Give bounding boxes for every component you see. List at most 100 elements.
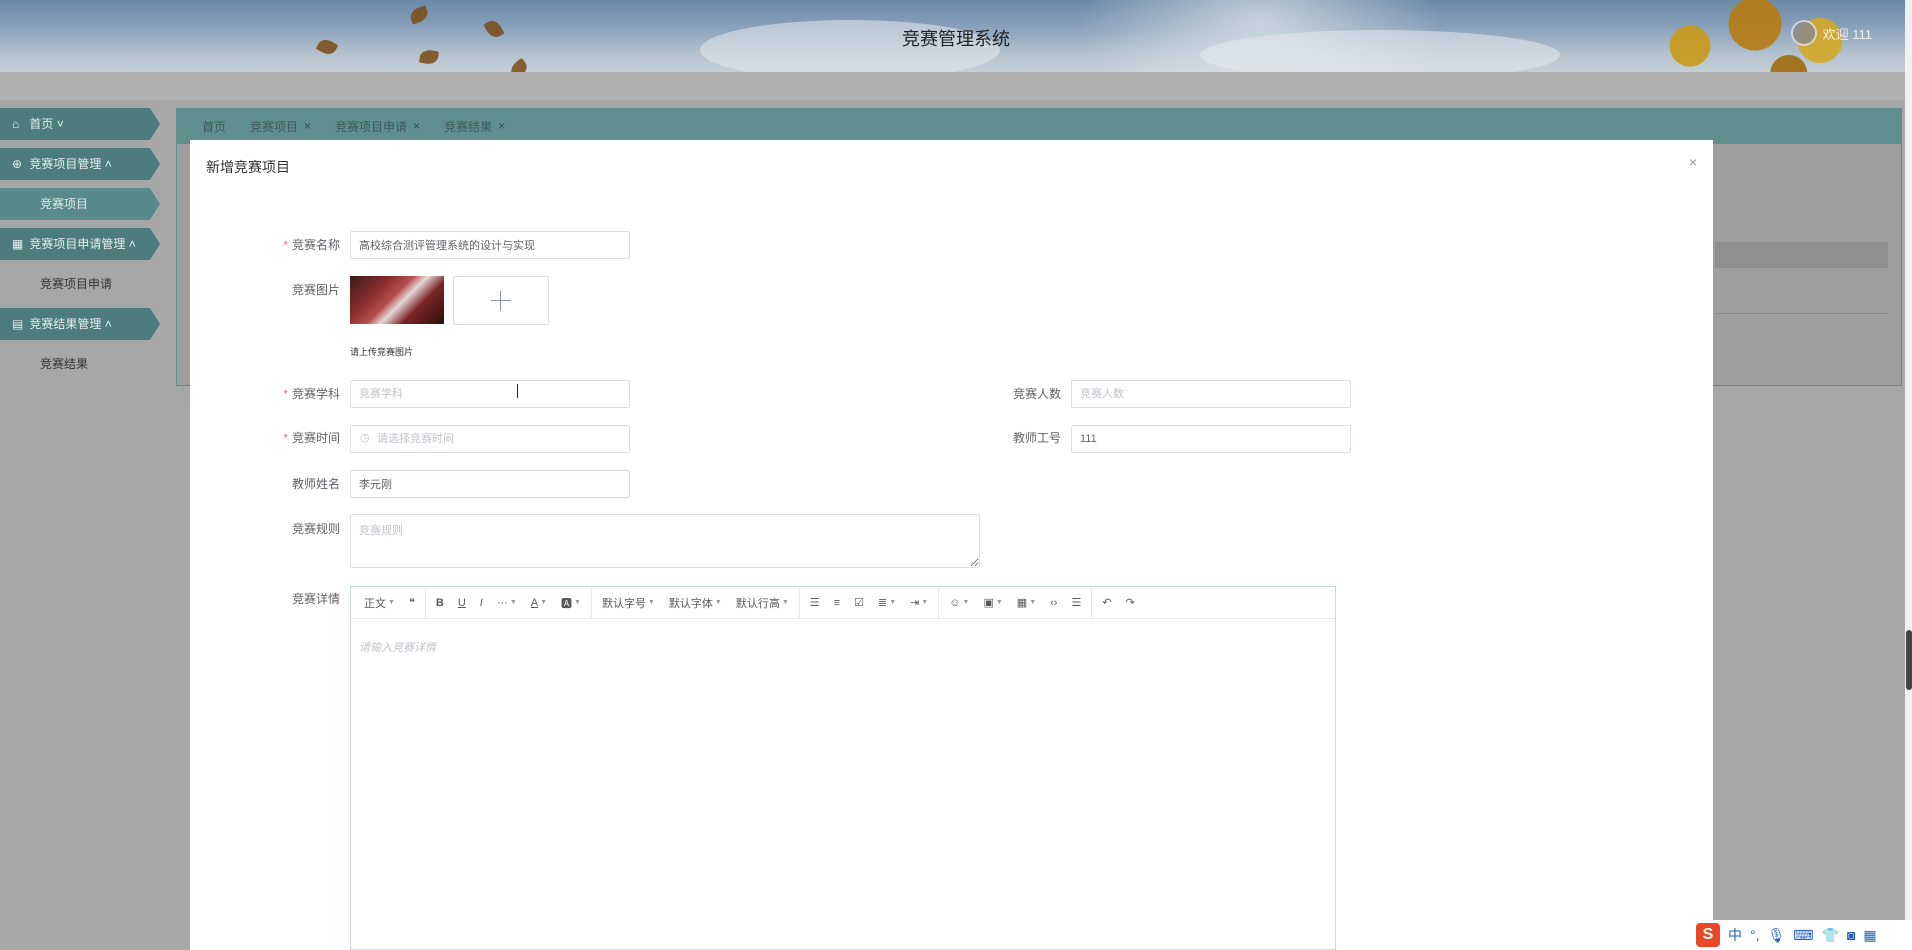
line-height-dropdown[interactable]: 默认行高 ▼ [729, 595, 796, 611]
toolbar-label: 正文 [364, 597, 386, 610]
tab-label: 首页 [202, 119, 227, 134]
chevron-up-icon: ˄ [104, 157, 112, 171]
tab-result[interactable]: 竞赛结果 × [444, 118, 505, 135]
paragraph-style-dropdown[interactable]: 正文 ▼ [357, 595, 402, 611]
rules-textarea[interactable] [350, 514, 980, 568]
app-header: 竞赛管理系统 欢迎 111 [0, 0, 1912, 72]
todo-button[interactable]: ☑ [847, 596, 871, 609]
insert-image-button[interactable]: ▣ ▼ [976, 596, 1009, 609]
details-label: 竞赛详情 [291, 592, 340, 606]
divider-button[interactable]: ☰ [1064, 596, 1088, 609]
sidebar-item-home[interactable]: ⌂ 首页 ˅ [0, 108, 160, 140]
tab-competition-project[interactable]: 竞赛项目 × [250, 118, 311, 135]
app-title: 竞赛管理系统 [902, 29, 1010, 49]
toolbar-divider [424, 587, 426, 618]
sogou-logo-icon[interactable]: S [1696, 923, 1720, 947]
align-button[interactable]: ≣ ▼ [871, 596, 903, 609]
code-button[interactable]: ‹› [1043, 597, 1064, 609]
redo-button[interactable]: ↷ [1119, 596, 1142, 609]
microphone-icon[interactable]: 🎙 [1768, 927, 1786, 944]
apps-icon[interactable]: ▦ [1863, 927, 1876, 944]
upload-hint: 请上传竞赛图片 [350, 347, 414, 357]
tab-application[interactable]: 竞赛项目申请 × [335, 118, 420, 135]
home-icon: ⌂ [12, 117, 20, 131]
insert-table-button[interactable]: ▦ ▼ [1010, 596, 1043, 609]
sidebar-item-label: 首页 [29, 117, 54, 131]
add-competition-dialog: 新增竞赛项目 × *竞赛名称 竞赛图片 请上传竞赛图片 *竞赛学科 竞赛人数 *… [190, 140, 1713, 950]
italic-icon: I [479, 596, 483, 609]
ime-mode-toggle[interactable]: 中 [1728, 925, 1742, 945]
teacher-id-input[interactable] [1071, 425, 1351, 453]
chevron-up-icon: ˄ [128, 237, 136, 251]
scrollbar-thumb[interactable] [1906, 630, 1912, 690]
teacher-name-label: 教师姓名 [291, 477, 340, 491]
table-icon: ▦ [1016, 597, 1028, 609]
quote-button[interactable]: ❝ [402, 596, 422, 609]
sidebar-item-competition-project[interactable]: 竞赛项目 [0, 188, 160, 220]
upload-image-button[interactable] [453, 276, 549, 325]
close-icon[interactable]: × [413, 119, 420, 133]
leaf-decoration [507, 57, 531, 72]
sidebar-item-application[interactable]: 竞赛项目申请 [0, 268, 160, 300]
caret-icon: ▼ [995, 599, 1003, 606]
close-icon[interactable]: × [304, 119, 311, 133]
teacher-name-input[interactable] [350, 470, 630, 498]
undo-button[interactable]: ↶ [1095, 596, 1118, 609]
font-size-dropdown[interactable]: 默认字号 ▼ [595, 595, 662, 611]
label-text: 竞赛名称 [291, 238, 340, 252]
competition-time-picker[interactable] [350, 425, 630, 453]
bullet-list-button[interactable]: ☰ [803, 596, 827, 609]
competition-name-input[interactable] [350, 231, 630, 259]
caret-icon: ▼ [1029, 599, 1037, 606]
skin-icon[interactable]: 👕 [1822, 927, 1839, 944]
bold-button[interactable]: B [429, 597, 451, 609]
label-text: 竞赛学科 [291, 387, 340, 401]
keyboard-icon[interactable]: ⌨ [1793, 927, 1813, 944]
italic-button[interactable]: I [473, 597, 490, 609]
sidebar-item-application-management[interactable]: ▦ 竞赛项目申请管理 ˄ [0, 228, 160, 260]
sidebar-item-label: 竞赛结果 [40, 357, 89, 371]
required-mark: * [283, 387, 288, 401]
text-cursor-icon [517, 384, 523, 398]
close-icon[interactable]: × [1689, 154, 1697, 170]
toolbar-label: 默认字号 [601, 597, 646, 610]
uploaded-image-thumbnail[interactable] [350, 276, 444, 324]
sidebar-item-competition-management[interactable]: ⊕ 竞赛项目管理 ˄ [0, 148, 160, 180]
punctuation-icon[interactable]: °, [1750, 927, 1760, 943]
close-icon[interactable]: × [498, 119, 505, 133]
time-label: * 竞赛时间 [250, 429, 340, 446]
underline-button[interactable]: U [451, 597, 473, 609]
toolbar-divider [938, 587, 940, 618]
user-menu[interactable]: 欢迎 111 [1790, 20, 1872, 46]
rules-label: 竞赛规则 [291, 522, 340, 536]
subject-input[interactable] [350, 380, 630, 408]
background-color-button[interactable]: 🅰 ▼ [554, 595, 588, 611]
rich-text-editor: 正文 ▼ ❝ B U I ··· ▼ A ▼ 🅰 ▼ 默认字号 ▼ 默认字体 ▼ 默认行高 ▼… [350, 586, 1336, 950]
editor-placeholder[interactable]: 请输入竞赛详情 [359, 639, 436, 655]
ime-toolbar: S 中 °, 🎙 ⌨ 👕 ◙ ▦ [1690, 920, 1912, 950]
avatar [1790, 20, 1817, 46]
game-icon[interactable]: ◙ [1847, 927, 1855, 943]
label-text: 竞赛时间 [291, 431, 340, 445]
clock-icon: ◷ [360, 432, 370, 444]
sidebar-item-result[interactable]: 竞赛结果 [0, 348, 160, 380]
indent-button[interactable]: ⇥ ▼ [903, 596, 935, 609]
teacher-id-label: 教师工号 [1012, 431, 1061, 445]
tab-home[interactable]: 首页 [202, 118, 226, 135]
sidebar-item-label: 竞赛项目申请 [40, 277, 113, 291]
numbered-list-button[interactable]: ≡ [827, 597, 847, 609]
emoji-button[interactable]: ☺ ▼ [942, 597, 976, 609]
people-count-input[interactable] [1071, 380, 1351, 408]
more-styles-button[interactable]: ··· ▼ [490, 597, 524, 609]
font-color-button[interactable]: A ▼ [524, 597, 554, 609]
emoji-icon: ☺ [949, 596, 961, 609]
font-family-dropdown[interactable]: 默认字体 ▼ [662, 595, 729, 611]
sidebar-item-label: 竞赛项目管理 [29, 157, 102, 171]
page-scrollbar[interactable] [1905, 0, 1912, 950]
dialog-title: 新增竞赛项目 [206, 159, 290, 175]
underline-icon: U [457, 596, 466, 609]
tab-label: 竞赛项目申请 [335, 119, 408, 134]
caret-icon: ▼ [388, 599, 395, 606]
chevron-up-icon: ˄ [104, 317, 112, 331]
sidebar-item-result-management[interactable]: ▤ 竞赛结果管理 ˄ [0, 308, 160, 340]
